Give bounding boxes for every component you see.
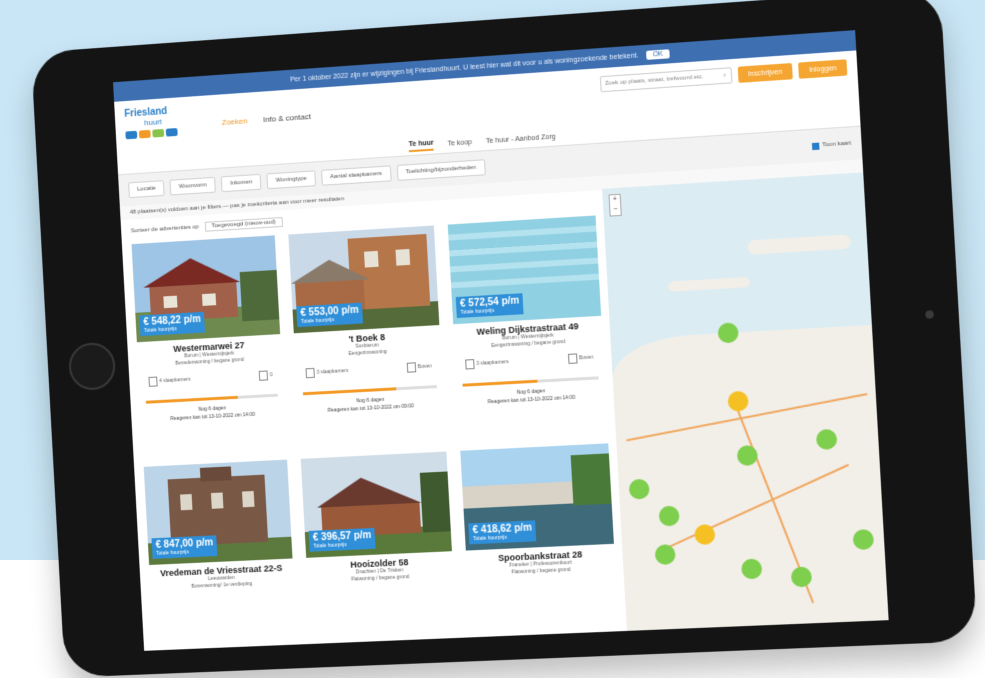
listing-card[interactable]: € 847,00 p/m Totale huurprijs Vredeman de… [143, 459, 299, 651]
listing-photo[interactable]: € 396,57 p/m Totale huurprijs [300, 451, 452, 558]
zoom-out-button[interactable]: − [610, 205, 621, 216]
filter-bijzonderheden[interactable]: Toelichting/bijzonderheden [396, 159, 486, 181]
listing-meta: 3 slaapkamers Boven [465, 353, 594, 370]
filter-locatie[interactable]: Locatie [128, 180, 165, 199]
filter-woningtype[interactable]: Woningtype [266, 170, 316, 190]
filter-woonvorm[interactable]: Woonvorm [169, 176, 217, 196]
bedrooms-info: 4 slaapkamers [148, 375, 191, 387]
listing-card[interactable]: € 418,62 p/m Totale huurprijs Spoorbankst… [460, 443, 620, 651]
listing-photo[interactable]: € 553,00 p/m Totale huurprijs [288, 225, 440, 334]
bedrooms-value: 3 slaapkamers [476, 359, 509, 368]
sort-select[interactable]: Toegevoegd (nieuw-oud) [204, 217, 283, 232]
bedrooms-value: 4 slaapkamers [159, 377, 191, 385]
register-button[interactable]: Inschrijven [737, 63, 793, 83]
bedrooms-info: 3 slaapkamers [305, 366, 349, 379]
listing-panel: Sorteer de advertenties op Toegevoegd (n… [121, 189, 627, 651]
floor-value: Boven [578, 354, 594, 362]
listing-card[interactable]: € 572,54 p/m Totale huurprijs Weling Dijk… [447, 215, 608, 438]
listing-meta: 4 slaapkamers 0 [148, 370, 273, 387]
bed-icon [305, 367, 315, 379]
bedrooms-info: 3 slaapkamers [465, 357, 509, 370]
zoom-in-button[interactable]: + [610, 195, 621, 206]
listing-photo[interactable]: € 847,00 p/m Totale huurprijs [143, 459, 293, 566]
main-nav: Zoeken Info & contact [221, 112, 311, 127]
tab-te-koop[interactable]: Te koop [447, 139, 472, 148]
listing-photo[interactable]: € 572,54 p/m Totale huurprijs [447, 215, 602, 325]
home-button [67, 341, 117, 392]
map-toggle-label: Toon kaart [822, 140, 852, 149]
website-screen: Per 1 oktober 2022 zijn er wijzigingen b… [113, 30, 889, 651]
tab-zorg[interactable]: Te huur - Aanbod Zorg [486, 133, 556, 145]
listing-card[interactable]: € 396,57 p/m Totale huurprijs Hooizolder … [300, 451, 459, 651]
price-tag: € 572,54 p/m Totale huurprijs [455, 293, 525, 319]
stairs-icon [258, 370, 269, 381]
filter-inkomen[interactable]: Inkomen [220, 173, 262, 193]
map-island [668, 276, 751, 292]
map-toggle[interactable]: Toon kaart [811, 140, 852, 150]
bed-icon [148, 376, 158, 387]
price-tag: € 548,22 p/m Totale huurprijs [139, 311, 206, 337]
nav-item-zoeken[interactable]: Zoeken [221, 116, 247, 127]
results-body: Sorteer de advertenties op Toegevoegd (n… [121, 172, 889, 650]
listing-meta: 3 slaapkamers Boven [305, 361, 432, 379]
stairs-icon [567, 353, 578, 364]
listing-grid: € 548,22 p/m Totale huurprijs Westermarwe… [131, 215, 620, 651]
price-note: Totale huurprijs [156, 549, 190, 557]
tablet-frame: Per 1 oktober 2022 zijn er wijzigingen b… [30, 0, 978, 678]
sort-label: Sorteer de advertenties op [130, 224, 200, 235]
deadline-progress-fill [462, 379, 538, 387]
filter-slaapkamers[interactable]: Aantal slaapkamers [320, 165, 392, 186]
logo-mark [125, 127, 197, 140]
bedrooms-value: 3 slaapkamers [316, 368, 349, 377]
price-tag: € 418,62 p/m Totale huurprijs [468, 520, 537, 545]
nav-item-info[interactable]: Info & contact [263, 112, 311, 124]
price-tag: € 847,00 p/m Totale huurprijs [151, 535, 218, 559]
deadline-progress-fill [302, 387, 397, 396]
floor-info: Boven [567, 353, 594, 364]
price-tag: € 396,57 p/m Totale huurprijs [308, 527, 376, 552]
deadline-progress [145, 393, 278, 404]
price-note: Totale huurprijs [313, 542, 347, 550]
floor-value: Boven [417, 363, 432, 371]
deadline-progress [462, 376, 599, 387]
deadline-progress [302, 385, 437, 396]
listing-card[interactable]: € 548,22 p/m Totale huurprijs Westermarwe… [131, 235, 287, 455]
listing-card[interactable]: € 553,00 p/m Totale huurprijs 't Boek 8 S… [288, 225, 445, 447]
search-input[interactable]: Zoek op plaats, straat, trefwoord etc. ⌕ [599, 67, 733, 93]
floor-info: Boven [406, 361, 432, 373]
search-icon[interactable]: ⌕ [723, 72, 727, 79]
tab-te-huur[interactable]: Te huur [408, 139, 435, 152]
listing-photo[interactable]: € 548,22 p/m Totale huurprijs [131, 235, 281, 343]
site-logo[interactable]: Friesland huurt [124, 104, 197, 148]
bed-icon [465, 359, 475, 370]
price-tag: € 553,00 p/m Totale huurprijs [296, 302, 364, 328]
search-placeholder: Zoek op plaats, straat, trefwoord etc. [604, 74, 704, 87]
price-note: Totale huurprijs [473, 534, 508, 543]
listing-photo[interactable]: € 418,62 p/m Totale huurprijs [460, 443, 614, 551]
map-island [747, 234, 851, 255]
login-button[interactable]: Inloggen [798, 59, 848, 79]
camera-icon [925, 310, 934, 319]
results-map[interactable]: + − [602, 172, 889, 631]
notice-ok-button[interactable]: OK [646, 48, 670, 60]
checkbox-icon[interactable] [811, 142, 820, 150]
floor-value: 0 [269, 372, 273, 379]
map-zoom-control[interactable]: + − [608, 193, 622, 217]
deadline-progress-fill [145, 395, 239, 404]
map-land [610, 324, 889, 631]
stairs-icon [406, 362, 416, 373]
floor-info: 0 [258, 370, 273, 381]
